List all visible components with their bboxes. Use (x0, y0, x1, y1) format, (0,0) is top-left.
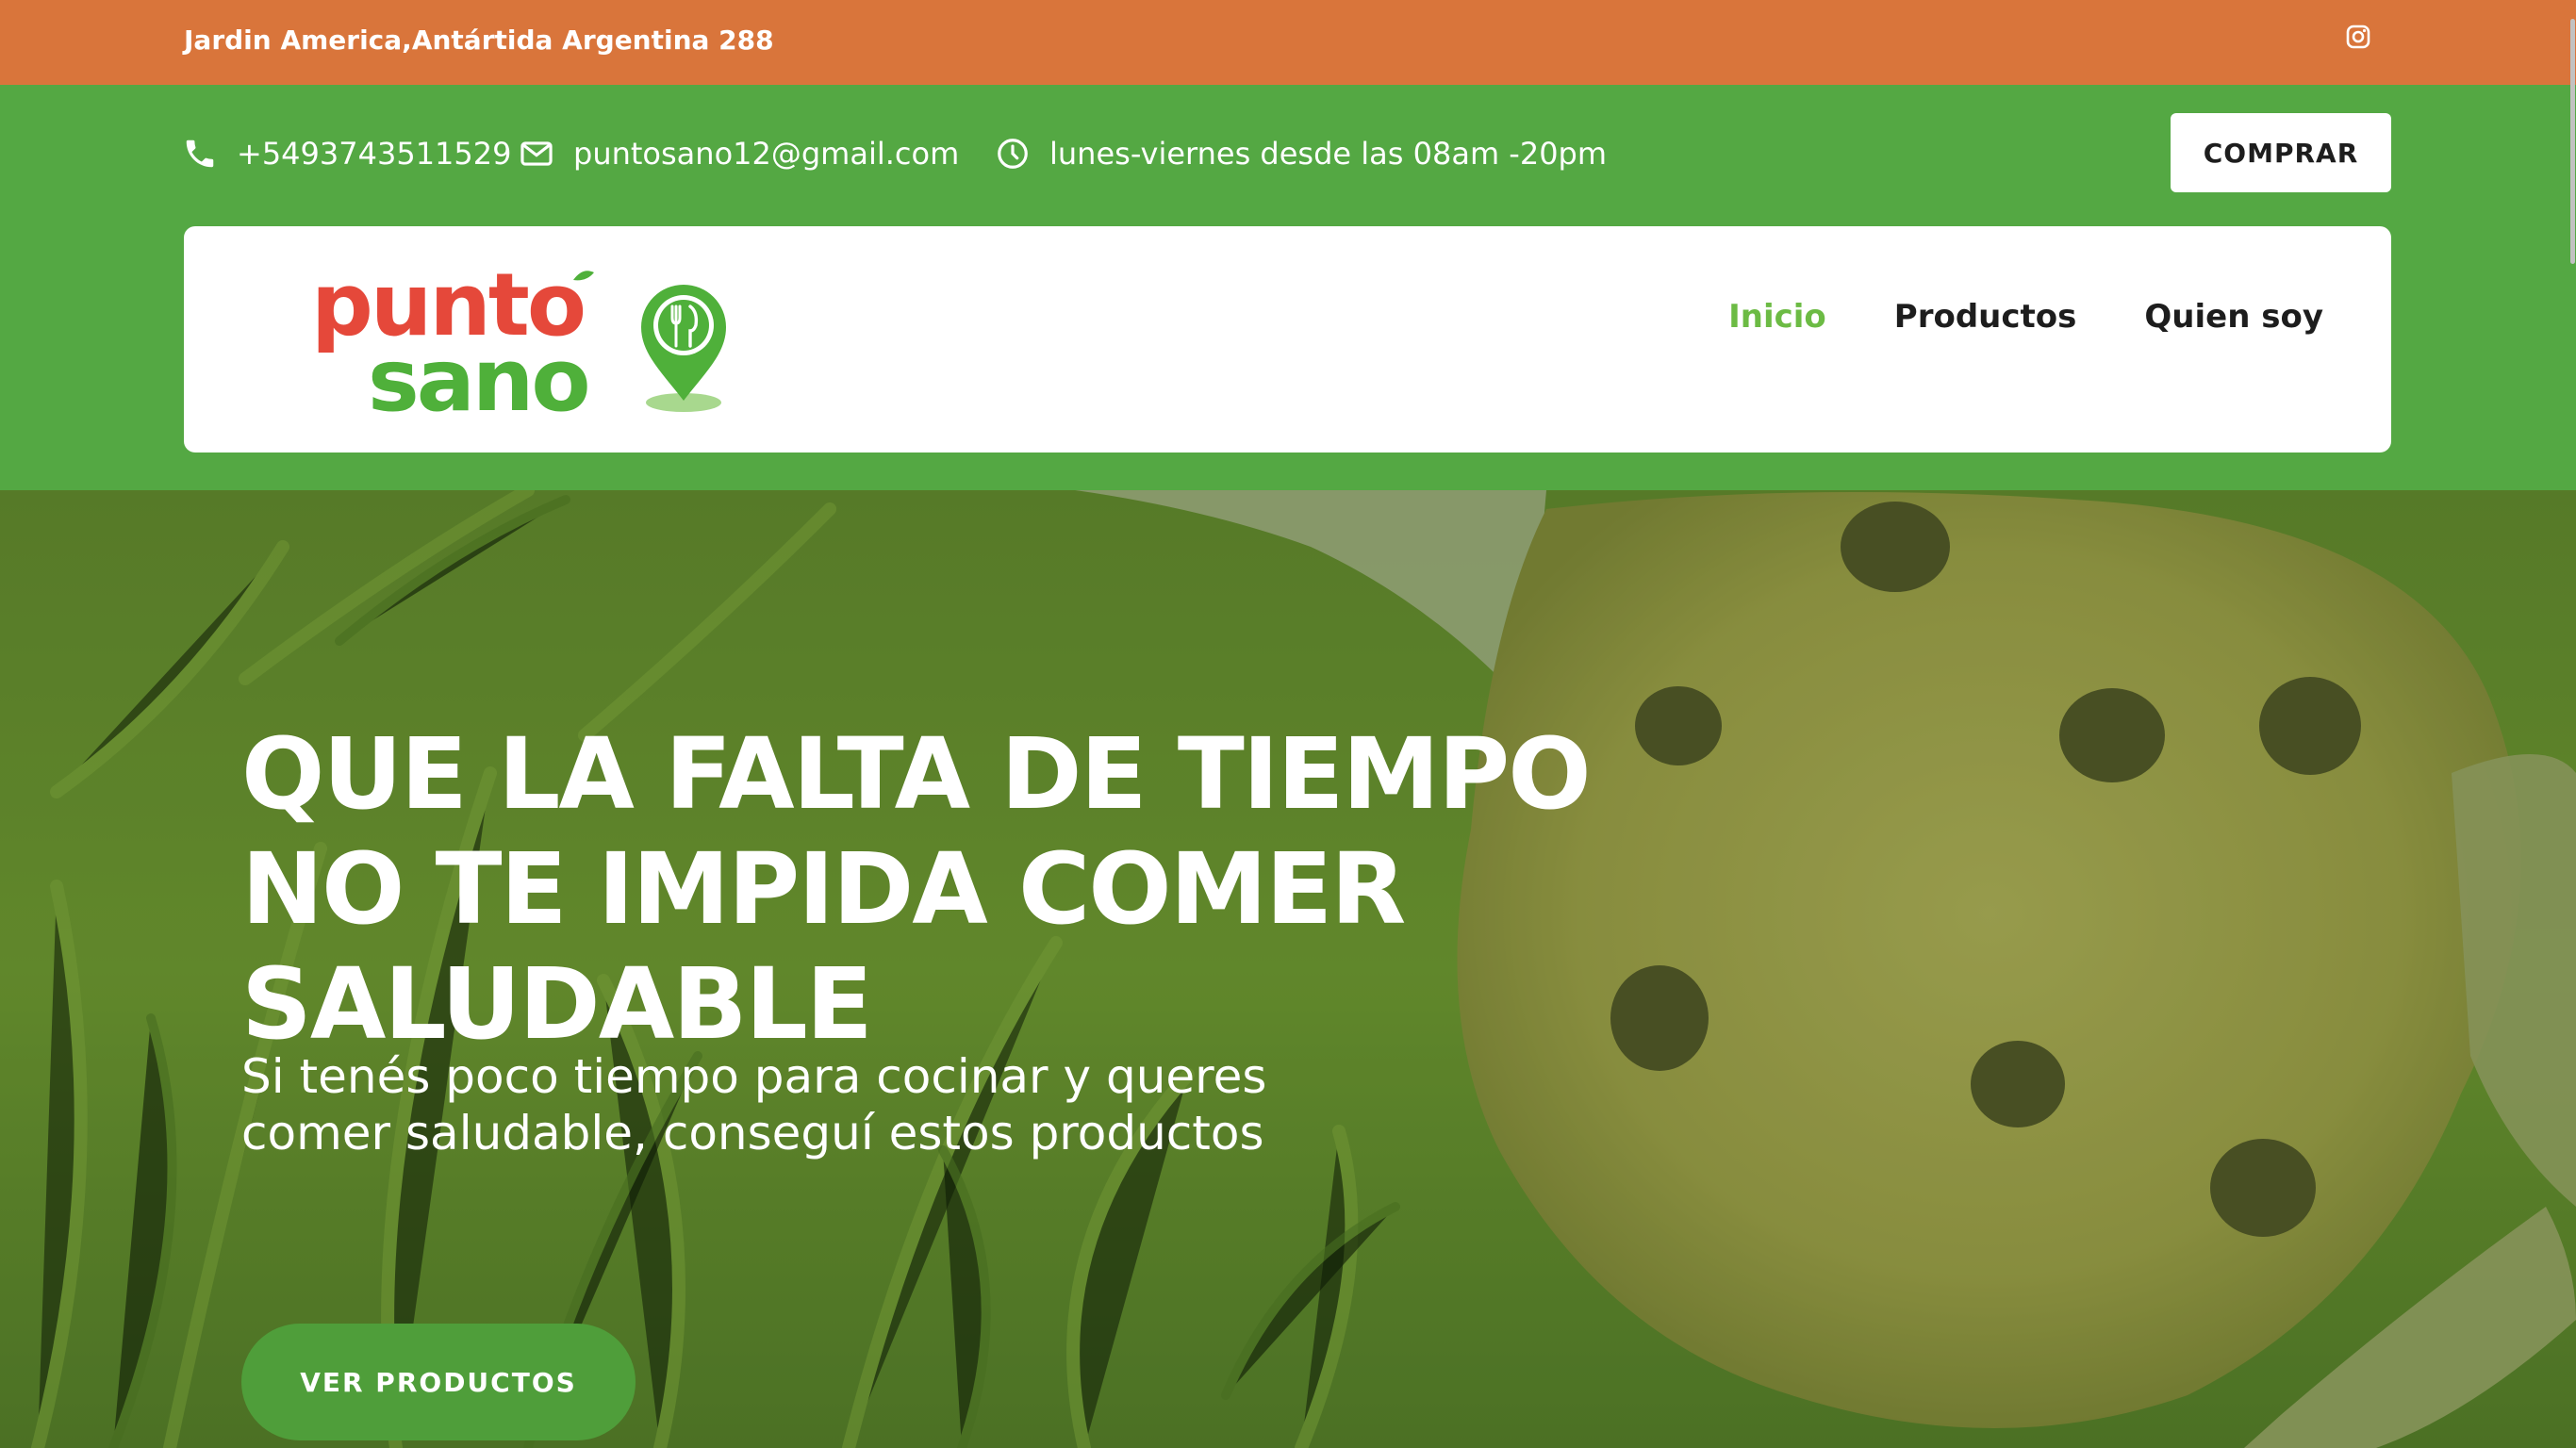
main-navigation: Inicio Productos Quien soy (1728, 298, 2323, 336)
opening-hours: lunes-viernes desde las 08am -20pm (995, 136, 1607, 172)
instagram-icon[interactable] (2344, 23, 2372, 51)
punto-sano-logo[interactable]: punto sano (311, 255, 745, 431)
clock-icon (998, 139, 1028, 169)
phone-number: +5493743511529 (237, 136, 512, 172)
email-contact[interactable]: puntosano12@gmail.com (519, 136, 959, 172)
page-scrollbar[interactable] (2568, 0, 2576, 1448)
nav-item-productos[interactable]: Productos (1894, 298, 2077, 336)
email-address: puntosano12@gmail.com (573, 136, 960, 172)
phone-contact[interactable]: +5493743511529 (182, 136, 511, 172)
top-bar: Jardin America,Antártida Argentina 288 (0, 0, 2576, 85)
hero-banner: QUE LA FALTA DE TIEMPO NO TE IMPIDA COME… (0, 490, 2576, 1448)
mail-icon (520, 141, 553, 166)
nav-item-inicio[interactable]: Inicio (1728, 298, 1826, 336)
address-text: Jardin America,Antártida Argentina 288 (184, 25, 774, 56)
hours-text: lunes-viernes desde las 08am -20pm (1049, 136, 1608, 172)
scrollbar-thumb[interactable] (2570, 19, 2575, 264)
phone-icon (186, 140, 214, 168)
nav-item-quien-soy[interactable]: Quien soy (2144, 298, 2323, 336)
navigation-card: punto sano Inicio Productos Quien soy (184, 226, 2391, 452)
buy-button[interactable]: COMPRAR (2171, 113, 2391, 192)
map-pin-icon (641, 284, 726, 412)
hero-heading: QUE LA FALTA DE TIEMPO NO TE IMPIDA COME… (241, 716, 1592, 1061)
view-products-button[interactable]: VER PRODUCTOS (241, 1324, 636, 1440)
hero-subtitle: Si tenés poco tiempo para cocinar y quer… (241, 1049, 1267, 1160)
logo-text-sano: sano (368, 330, 588, 420)
